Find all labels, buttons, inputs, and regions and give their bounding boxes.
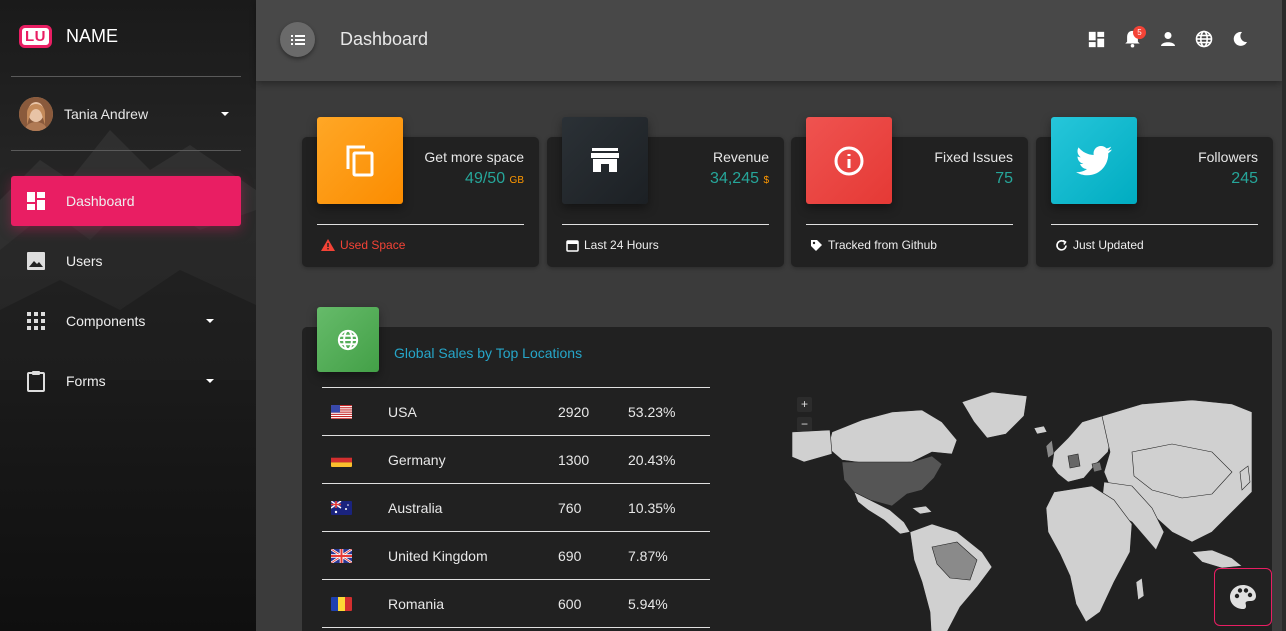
card-divider xyxy=(806,224,1013,225)
copy-icon xyxy=(317,117,403,204)
sidebar-divider xyxy=(11,150,241,151)
sales-percent: 5.94% xyxy=(628,579,710,628)
brand[interactable]: LU NAME xyxy=(19,25,118,48)
country-name: Romania xyxy=(388,579,558,628)
sales-count: 1300 xyxy=(558,435,628,484)
sales-percent: 7.87% xyxy=(628,531,710,580)
sidebar-item-users[interactable]: Users xyxy=(11,236,241,286)
table-row xyxy=(322,627,710,631)
image-icon xyxy=(25,250,47,272)
chevron-down-icon xyxy=(221,112,229,116)
card-divider xyxy=(562,224,769,225)
card-divider xyxy=(1051,224,1258,225)
table-row: Germany 1300 20.43% xyxy=(322,435,710,484)
twitter-icon xyxy=(1051,117,1137,204)
stat-footer: Used Space xyxy=(321,238,405,252)
sales-count: 690 xyxy=(558,531,628,580)
table-row: Australia 760 10.35% xyxy=(322,483,710,532)
stat-value: 245 xyxy=(1231,170,1258,187)
sidebar-item-label: Users xyxy=(66,253,103,269)
refresh-icon xyxy=(1055,239,1068,252)
sales-count: 600 xyxy=(558,579,628,628)
stat-footer: Just Updated xyxy=(1055,238,1144,252)
sidebar-divider xyxy=(11,76,241,77)
palette-icon xyxy=(1230,585,1256,609)
language-icon[interactable] xyxy=(1194,29,1214,49)
country-name: Australia xyxy=(388,483,558,532)
calendar-icon xyxy=(566,239,579,252)
user-profile-toggle[interactable]: Tania Andrew xyxy=(19,97,229,131)
locations-table: USA 2920 53.23% Germany 1300 20.43% Aust… xyxy=(322,387,710,631)
person-icon[interactable] xyxy=(1158,29,1178,49)
stat-card-issues: Fixed Issues 75 Tracked from Github xyxy=(791,117,1028,267)
table-row: USA 2920 53.23% xyxy=(322,387,710,436)
notifications-button[interactable]: 5 xyxy=(1122,26,1146,49)
sales-count: 760 xyxy=(558,483,628,532)
sales-count: 2920 xyxy=(558,387,628,436)
user-name: Tania Andrew xyxy=(64,106,149,122)
avatar xyxy=(19,97,53,131)
store-icon xyxy=(562,117,648,204)
stat-card-revenue: Revenue 34,245 $ Last 24 Hours xyxy=(547,117,784,267)
page-title: Dashboard xyxy=(340,29,429,49)
sidebar-item-label: Forms xyxy=(66,373,106,389)
germany-flag-icon xyxy=(331,452,352,467)
country-name: Germany xyxy=(388,435,558,484)
clipboard-icon xyxy=(25,370,47,392)
sales-percent: 10.35% xyxy=(628,483,710,532)
brand-logo: LU xyxy=(19,25,52,48)
stat-title: Get more space xyxy=(424,149,524,165)
sidebar-item-forms[interactable]: Forms xyxy=(11,356,241,406)
sidebar-item-dashboard[interactable]: Dashboard xyxy=(11,176,241,226)
sales-percent: 53.23% xyxy=(628,387,710,436)
stat-card-space: Get more space 49/50 GB Used Space xyxy=(302,117,539,267)
sidebar: LU NAME Tania Andrew Dashboard Users Com… xyxy=(0,0,256,631)
notification-badge: 5 xyxy=(1133,26,1146,39)
stat-value: 49/50 GB xyxy=(465,170,524,187)
country-name: USA xyxy=(388,387,558,436)
stat-value: 34,245 $ xyxy=(710,170,769,187)
sidebar-item-label: Components xyxy=(66,313,146,329)
info-icon xyxy=(806,117,892,204)
stat-title: Followers xyxy=(1198,149,1258,165)
footer-link[interactable]: Used Space xyxy=(340,238,405,252)
stat-title: Revenue xyxy=(712,149,769,165)
australia-flag-icon xyxy=(331,500,352,515)
card-divider xyxy=(317,224,524,225)
theme-palette-button[interactable] xyxy=(1214,568,1272,626)
stat-footer: Tracked from Github xyxy=(810,238,937,252)
stat-footer: Last 24 Hours xyxy=(566,238,659,252)
global-sales-card: Global Sales by Top Locations USA 2920 5… xyxy=(302,307,1272,631)
sidebar-item-components[interactable]: Components xyxy=(11,296,241,346)
stat-card-followers: Followers 245 Just Updated xyxy=(1036,117,1273,267)
warning-icon xyxy=(321,239,335,251)
chevron-down-icon xyxy=(206,379,214,383)
world-map[interactable] xyxy=(792,382,1252,631)
chevron-down-icon xyxy=(206,319,214,323)
globe-icon xyxy=(317,307,379,372)
sales-percent: 20.43% xyxy=(628,435,710,484)
brand-name: NAME xyxy=(66,26,119,46)
topbar: Dashboard 5 xyxy=(256,0,1282,81)
table-row: Romania 600 5.94% xyxy=(322,579,710,628)
sidebar-toggle-button[interactable] xyxy=(280,22,315,57)
apps-grid-icon xyxy=(25,310,47,332)
dark-mode-icon[interactable] xyxy=(1230,29,1250,49)
dashboard-icon xyxy=(25,190,47,212)
dashboard-icon[interactable] xyxy=(1086,29,1106,49)
tag-icon xyxy=(810,239,823,252)
stat-value: 75 xyxy=(995,170,1013,187)
table-row: United Kingdom 690 7.87% xyxy=(322,531,710,580)
scrollbar[interactable] xyxy=(1282,0,1286,631)
card-title: Global Sales by Top Locations xyxy=(394,345,583,361)
usa-flag-icon xyxy=(331,404,352,419)
stat-title: Fixed Issues xyxy=(934,149,1013,165)
country-name: United Kingdom xyxy=(388,531,558,580)
uk-flag-icon xyxy=(331,548,352,563)
list-icon xyxy=(290,34,305,45)
romania-flag-icon xyxy=(331,596,352,611)
sidebar-item-label: Dashboard xyxy=(66,193,135,209)
